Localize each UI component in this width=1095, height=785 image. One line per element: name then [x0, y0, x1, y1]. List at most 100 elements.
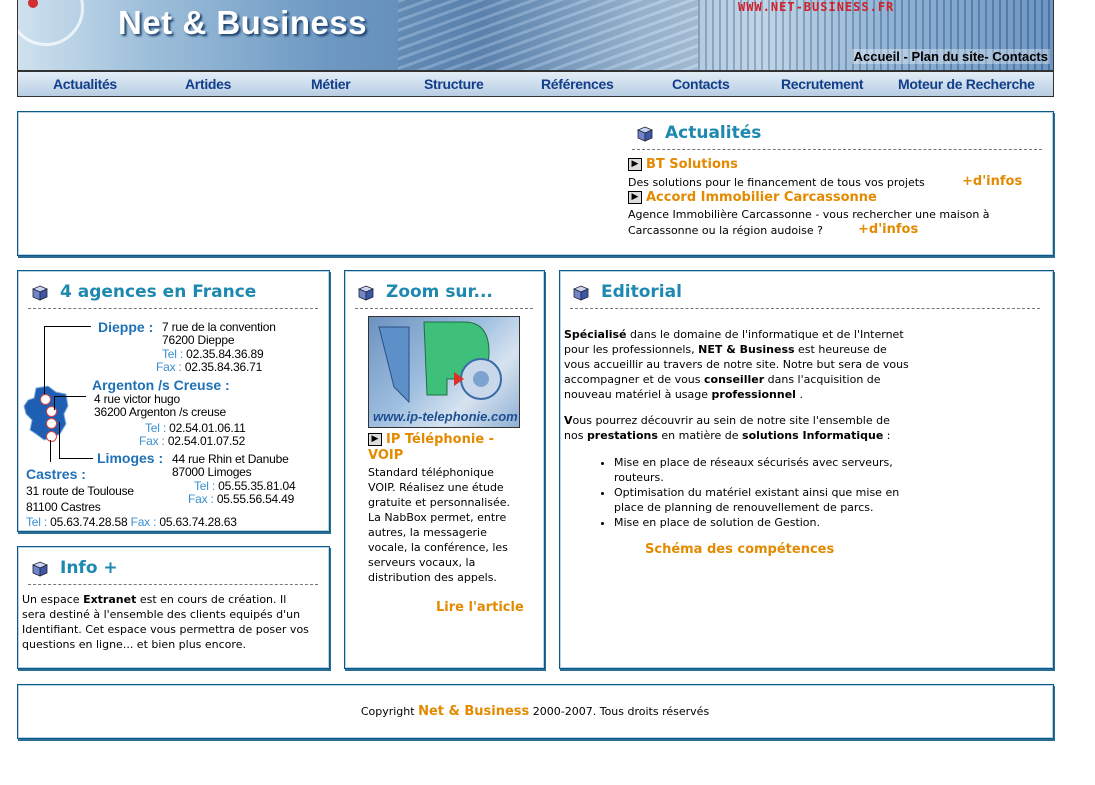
leader-line [44, 326, 91, 327]
toplink-contacts[interactable]: Contacts [992, 49, 1048, 64]
nav-references[interactable]: Références [541, 76, 614, 92]
toplink-separator: - [899, 49, 912, 64]
leader-line [59, 458, 93, 459]
divider [355, 308, 533, 309]
nav-actualites[interactable]: Actualités [53, 76, 117, 92]
map-marker-icon [46, 406, 57, 417]
leader-line [59, 422, 60, 459]
read-article-link[interactable]: Lire l'article [436, 600, 524, 615]
news-text: Carcassonne ou la région audoise ? [628, 224, 823, 237]
main-nav: Actualités Artides Métier Structure Réfé… [17, 70, 1054, 97]
news-item: ▶ Accord Immobilier Carcassonne [628, 190, 877, 205]
agency-phone: Tel : 02.54.01.06.11 [145, 421, 246, 435]
agency-address: 36200 Argenton /s creuse [94, 405, 226, 419]
cube-icon [32, 285, 48, 301]
editorial-text: Vous pourrez découvrir au sein de notre … [564, 414, 890, 427]
agency-address: 81100 Castres [26, 500, 101, 514]
zoom-text: Standard téléphonique [368, 466, 494, 479]
ip-telephonie-image[interactable]: www.ip-telephonie.com [368, 316, 520, 428]
competences-link[interactable]: Schéma des compétences [645, 542, 834, 557]
agency-address: 4 rue victor hugo [94, 392, 180, 406]
news-title-bt-solutions[interactable]: BT Solutions [646, 157, 738, 172]
agency-address: 7 rue de la convention [162, 320, 276, 334]
leader-line [50, 440, 51, 462]
zoom-text: gratuite et personnalisée. [368, 496, 511, 509]
nav-metier[interactable]: Métier [311, 76, 351, 92]
editorial-text: vous accueillir au travers de notre site… [564, 358, 909, 371]
nav-moteur-de-recherche[interactable]: Moteur de Recherche [898, 76, 1035, 92]
zoom-text: La NabBox permet, entre [368, 511, 507, 524]
leader-line [44, 326, 45, 394]
image-caption: www.ip-telephonie.com [373, 409, 518, 424]
news-title-accord-immobilier[interactable]: Accord Immobilier Carcassonne [646, 190, 877, 205]
arrow-right-icon: ▶ [368, 433, 382, 446]
map-marker-icon [46, 418, 57, 429]
agency-city: Dieppe : [98, 319, 154, 335]
divider [28, 584, 318, 585]
more-info-link[interactable]: +d'infos [962, 174, 1022, 189]
toplink-accueil[interactable]: Accueil [854, 49, 900, 64]
zoom-text: serveurs vocaux, la [368, 556, 476, 569]
agency-address: 76200 Dieppe [162, 333, 235, 347]
divider [632, 149, 1042, 150]
editorial-text: nouveau matériel à usage professionnel . [564, 388, 803, 401]
top-links: Accueil - Plan du site- Contacts [851, 49, 1050, 64]
info-text: sera destiné à l'ensemble des clients eq… [22, 608, 301, 621]
agency-address: 44 rue Rhin et Danube [172, 452, 289, 466]
nav-contacts[interactable]: Contacts [672, 76, 730, 92]
copyright: Copyright Net & Business 2000-2007. Tous… [360, 704, 710, 719]
map-marker-icon [46, 431, 57, 442]
site-url: WWW.NET-BUSINESS.FR [738, 0, 895, 14]
leader-line [54, 396, 86, 397]
zoom-article-title[interactable]: ▶ IP Téléphonie - [368, 432, 494, 447]
zoom-text: VOIP. Réalisez une étude [368, 481, 504, 494]
leader-line [54, 396, 55, 410]
satellite-dish-icon [18, 0, 84, 46]
nav-recrutement[interactable]: Recrutement [781, 76, 864, 92]
arrow-right-icon: ▶ [628, 191, 642, 204]
editorial-text: nos prestations en matière de solutions … [564, 429, 891, 442]
cube-icon [573, 285, 589, 301]
news-text: Des solutions pour le financement de tou… [628, 176, 925, 189]
banner-decoration [398, 0, 698, 70]
agency-address: 87000 Limoges [172, 465, 252, 479]
agency-city: Argenton /s Creuse : [92, 377, 230, 393]
list-item: Mise en place de réseaux sécurisés avec … [614, 455, 944, 485]
zoom-article-title-cont[interactable]: VOIP [368, 448, 403, 463]
agency-phone-fax: Tel : 05.63.74.28.58 Fax : 05.63.74.28.6… [26, 515, 237, 529]
more-info-link[interactable]: +d'infos [858, 222, 918, 237]
agency-fax: Fax : 02.54.01.07.52 [139, 434, 246, 448]
nav-articles[interactable]: Artides [185, 76, 231, 92]
divider [28, 308, 318, 309]
editorial-text: accompagner et de vous conseiller dans l… [564, 373, 881, 386]
agency-city: Castres : [26, 466, 86, 482]
list-item: Mise en place de solution de Gestion. [614, 515, 944, 530]
actualites-title: Actualités [665, 123, 762, 143]
info-text: Identifiant. Cet espace vous permettra d… [22, 623, 309, 636]
agency-address: 31 route de Toulouse [26, 484, 134, 498]
news-item: ▶ BT Solutions [628, 157, 738, 172]
cube-icon [358, 285, 374, 301]
zoom-text: vocale, la conférence, les [368, 541, 508, 554]
zoom-text: autres, la messagerie [368, 526, 487, 539]
cube-icon [637, 126, 653, 142]
divider [570, 308, 1040, 309]
agences-title: 4 agences en France [60, 282, 257, 302]
agency-fax: Fax : 02.35.84.36.71 [156, 360, 263, 374]
map-marker-icon [40, 394, 51, 405]
list-item: Optimisation du matériel existant ainsi … [614, 485, 944, 515]
agency-phone: Tel : 02.35.84.36.89 [162, 347, 264, 361]
editorial-text: Spécialisé dans le domaine de l'informat… [564, 328, 904, 341]
info-title: Info + [60, 558, 118, 578]
zoom-text: distribution des appels. [368, 571, 497, 584]
editorial-title: Editorial [601, 282, 682, 302]
site-logo: Net & Business [118, 4, 368, 41]
editorial-text: pour les professionnels, NET & Business … [564, 343, 887, 356]
nav-structure[interactable]: Structure [424, 76, 484, 92]
arrow-right-icon: ▶ [628, 158, 642, 171]
info-text: Un espace Extranet est en cours de créat… [22, 593, 287, 606]
agency-city: Limoges : [97, 450, 164, 466]
info-text: questions en ligne... et bien plus encor… [22, 638, 246, 651]
agency-fax: Fax : 05.55.56.54.49 [188, 492, 295, 506]
toplink-plan-du-site[interactable]: Plan du site [911, 49, 984, 64]
